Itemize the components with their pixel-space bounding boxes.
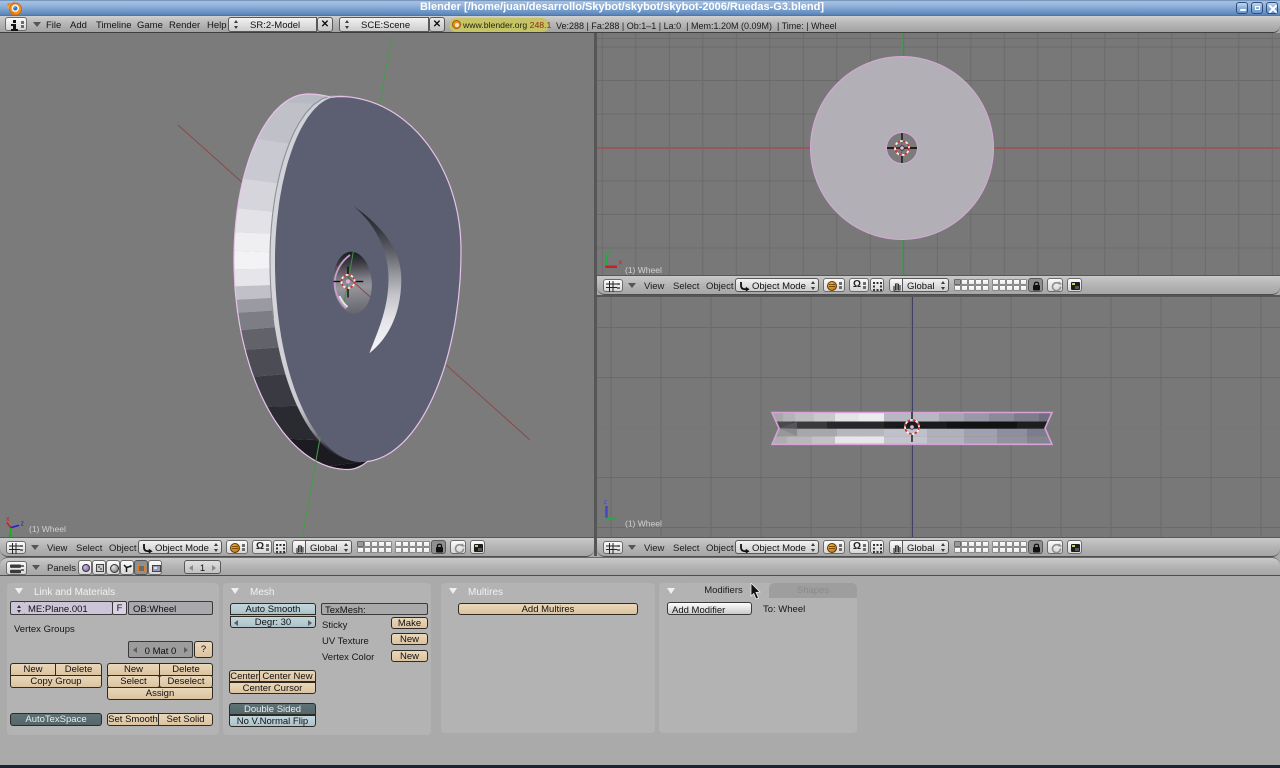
svg-text:(1) Wheel: (1) Wheel [625,265,662,275]
svg-text:(1) Wheel: (1) Wheel [29,524,66,534]
svg-text:z: z [21,521,25,528]
svg-text:x: x [6,516,10,523]
svg-text:(1) Wheel: (1) Wheel [625,519,662,529]
svg-text:x: x [619,258,623,267]
svg-text:y: y [608,246,612,255]
svg-text:z: z [604,498,608,506]
